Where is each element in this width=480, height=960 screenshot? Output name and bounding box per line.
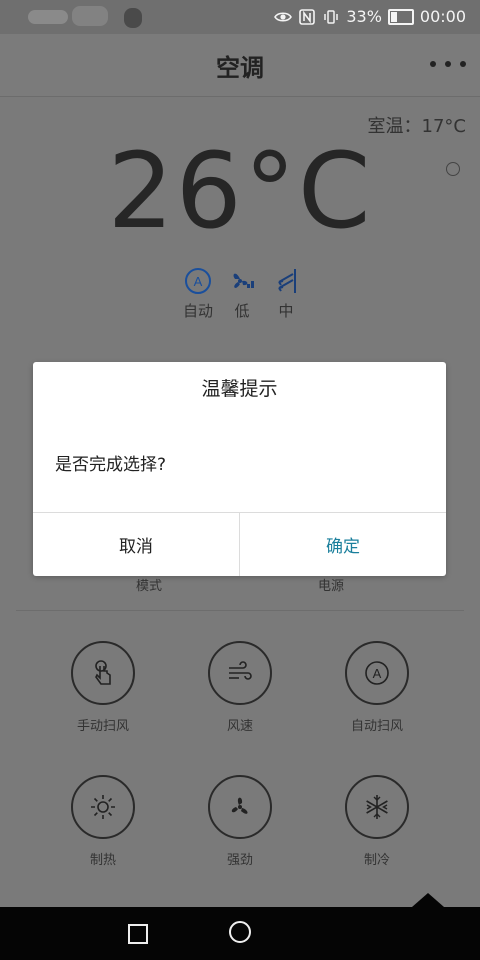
dialog-title: 温馨提示 (201, 378, 278, 400)
more-horizontal-icon (430, 61, 436, 67)
battery-percent: 33% (346, 7, 382, 26)
func-label: 手动扫风 (76, 719, 129, 734)
func-label: 制热 (89, 853, 116, 868)
status-bar: 33% 00:00 (0, 0, 480, 34)
snowflake-icon (366, 795, 388, 819)
indicator-circle-icon (446, 162, 460, 176)
page-title: 空调 (216, 54, 264, 82)
navigation-bar (0, 893, 480, 960)
func-label: 自动扫风 (350, 719, 403, 734)
turbo-button[interactable]: 强劲 (185, 775, 295, 885)
confirm-dialog: 温馨提示 是否完成选择? 取消 确定 (33, 362, 446, 576)
manual-swing-button[interactable]: 手动扫风 (48, 641, 158, 751)
mode-label-low: 低 (234, 302, 250, 320)
app-header: 空调 (0, 34, 480, 97)
more-button[interactable] (430, 54, 466, 74)
mode-label-auto: 自动 (182, 302, 213, 320)
svg-text:A: A (194, 274, 203, 289)
eye-icon (274, 8, 293, 26)
corner-decoration (412, 893, 444, 907)
func-label: 强劲 (226, 853, 253, 868)
app-screen: 33% 00:00 空调 室温：17°C 26°C A 自动 低 中 模式 电源… (0, 0, 480, 960)
mode-status-row: A 自动 低 中 (174, 266, 324, 322)
confirm-button[interactable]: 确定 (240, 513, 446, 576)
dialog-message: 是否完成选择? (55, 455, 167, 475)
mode-label-mid: 中 (278, 302, 294, 320)
power-button-label: 电源 (318, 579, 345, 594)
mode-fan-low: 低 (218, 266, 266, 321)
fan-speed-button[interactable]: 风速 (185, 641, 295, 751)
divider (16, 610, 464, 611)
mode-swing-mid: 中 (262, 266, 310, 321)
vibrate-icon (322, 8, 340, 26)
auto-mode-icon: A (185, 268, 211, 294)
func-label: 风速 (226, 719, 253, 734)
clock: 00:00 (419, 7, 466, 26)
set-temperature: 26°C (107, 130, 373, 252)
auto-swing-icon: A (365, 661, 389, 685)
fan-icon (231, 797, 248, 814)
func-label: 制冷 (363, 853, 390, 868)
cancel-button[interactable]: 取消 (33, 513, 240, 576)
cooling-button[interactable]: 制冷 (322, 775, 432, 885)
status-notifications (28, 6, 168, 30)
dialog-button-row: 取消 确定 (33, 512, 446, 576)
mode-button-label: 模式 (136, 579, 163, 594)
control-labels: 模式 电源 (0, 575, 480, 595)
mode-auto: A 自动 (174, 266, 222, 321)
recent-apps-button[interactable] (128, 924, 148, 944)
status-icons: 33% 00:00 (274, 7, 466, 26)
hand-touch-icon (95, 660, 111, 685)
auto-swing-button[interactable]: A 自动扫风 (322, 641, 432, 751)
heating-button[interactable]: 制热 (48, 775, 158, 885)
wind-icon (229, 661, 252, 680)
fan-low-icon (233, 273, 254, 288)
nfc-icon (298, 8, 316, 26)
svg-text:A: A (373, 666, 382, 681)
battery-icon (387, 8, 414, 25)
sun-icon (91, 795, 115, 819)
home-button[interactable] (229, 921, 251, 943)
swing-mid-icon (278, 269, 296, 293)
